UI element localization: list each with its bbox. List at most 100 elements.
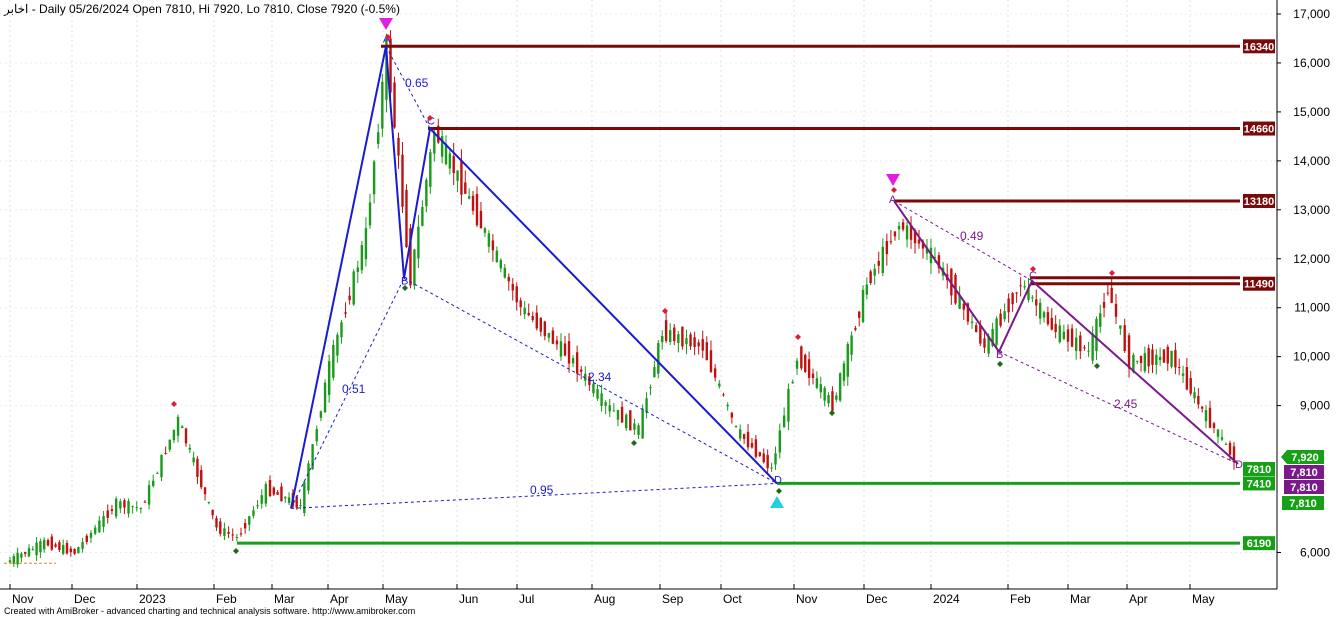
candle-body bbox=[487, 233, 491, 247]
ratio-label: 2.45 bbox=[1114, 397, 1138, 411]
level-tag-text-16340: 16340 bbox=[1244, 41, 1275, 53]
candle-body bbox=[657, 343, 660, 374]
ratio-label: 0.49 bbox=[960, 229, 984, 243]
point-label-blue-D: D bbox=[774, 474, 782, 486]
candle-body bbox=[580, 369, 583, 372]
candle-body bbox=[633, 423, 636, 430]
candle-body bbox=[319, 411, 323, 418]
candle-body bbox=[344, 312, 347, 314]
candle-body bbox=[1114, 303, 1118, 317]
candle-body bbox=[207, 502, 211, 504]
x-tick-label: Mar bbox=[1070, 592, 1091, 606]
candle-body bbox=[360, 245, 364, 271]
candle-body bbox=[1158, 356, 1162, 361]
level-tag-text-13180: 13180 bbox=[1244, 196, 1275, 208]
candle-body bbox=[248, 516, 251, 525]
candle-body bbox=[50, 536, 53, 550]
x-tick-label: Apr bbox=[330, 592, 349, 606]
candle-body bbox=[677, 334, 680, 343]
candle-body bbox=[608, 405, 611, 412]
candle-body bbox=[846, 344, 849, 377]
candle-body bbox=[77, 547, 80, 554]
candle-body bbox=[811, 373, 815, 378]
candle-body bbox=[535, 312, 538, 329]
candle-body bbox=[239, 533, 243, 535]
candle-body bbox=[348, 295, 351, 301]
candle-body bbox=[616, 410, 620, 420]
candle-body bbox=[701, 339, 704, 351]
candle-body bbox=[172, 429, 176, 441]
candle-body bbox=[559, 341, 563, 357]
candle-body bbox=[637, 425, 640, 435]
levels-layer: 16340 14660 13180 11490 7410 6190 bbox=[237, 39, 1275, 551]
candle-body bbox=[1181, 373, 1185, 376]
trough-marker bbox=[233, 548, 239, 554]
candle-body bbox=[287, 497, 291, 503]
candle-body bbox=[1127, 335, 1131, 369]
candle-body bbox=[881, 246, 885, 273]
candle-body bbox=[1170, 350, 1173, 367]
candle-body bbox=[268, 480, 272, 496]
candle-body bbox=[323, 382, 327, 413]
candle-body bbox=[176, 416, 180, 436]
candle-body bbox=[1099, 313, 1102, 327]
candle-body bbox=[705, 342, 708, 361]
candle-body bbox=[596, 389, 599, 399]
candle-body bbox=[471, 195, 475, 211]
chart-footer: Created with AmiBroker - advanced charti… bbox=[4, 606, 416, 616]
candle-body bbox=[575, 352, 579, 374]
x-tick-label: Oct bbox=[723, 592, 742, 606]
y-tick-label: 9,000 bbox=[1300, 399, 1330, 413]
candle-body bbox=[433, 132, 436, 154]
candle-body bbox=[974, 325, 978, 332]
candle-body bbox=[1079, 335, 1082, 352]
level-tag-text-14660: 14660 bbox=[1244, 124, 1275, 136]
candle-body bbox=[782, 415, 786, 428]
candle-body bbox=[807, 359, 811, 378]
level-tag-text-7410: 7410 bbox=[1247, 478, 1271, 490]
candle-body bbox=[770, 467, 773, 469]
candle-body bbox=[61, 545, 65, 554]
candle-body bbox=[467, 196, 471, 199]
candle-body bbox=[180, 426, 184, 429]
candle-body bbox=[135, 507, 138, 509]
candle-body bbox=[456, 170, 459, 181]
candle-body bbox=[681, 326, 684, 347]
candle-body bbox=[65, 543, 69, 554]
candle-body bbox=[425, 179, 428, 207]
x-tick-label: Dec bbox=[74, 592, 95, 606]
candle-body bbox=[1228, 442, 1232, 455]
candle-body bbox=[979, 325, 982, 344]
peak-marker bbox=[662, 308, 668, 314]
candle-body bbox=[110, 509, 114, 511]
y-tick-label: 11,000 bbox=[1294, 301, 1330, 315]
candle-body bbox=[311, 444, 314, 470]
candle-body bbox=[850, 335, 853, 355]
ratio-label: 0.65 bbox=[405, 76, 429, 90]
candle-body bbox=[307, 463, 310, 491]
candle-body bbox=[858, 311, 861, 318]
candle-body bbox=[527, 312, 530, 316]
candle-body bbox=[27, 548, 31, 557]
candle-body bbox=[81, 541, 84, 549]
candle-body bbox=[766, 454, 769, 469]
price-chart[interactable]: 1634014660131801149074106190 ABCDABCD0.6… bbox=[0, 0, 1336, 619]
pattern-blue-path bbox=[290, 46, 778, 509]
candle-body bbox=[211, 509, 214, 516]
candle-body bbox=[742, 434, 746, 439]
candle-body bbox=[1224, 443, 1228, 445]
candle-body bbox=[1046, 312, 1050, 325]
pattern-layer: ABCDABCD0.650.512.340.950.492.45 bbox=[171, 18, 1243, 554]
candle-body bbox=[842, 363, 846, 381]
candle-body bbox=[352, 271, 355, 305]
candle-body bbox=[1054, 323, 1057, 332]
candle-body bbox=[1015, 292, 1018, 294]
buy-marker bbox=[770, 496, 784, 508]
candle-body bbox=[336, 334, 339, 356]
candle-body bbox=[284, 497, 287, 499]
x-tick-label: Nov bbox=[12, 592, 33, 606]
y-tick-label: 6,000 bbox=[1300, 545, 1330, 559]
candle-body bbox=[364, 228, 368, 260]
candle-body bbox=[592, 383, 595, 394]
y-tick-label: 15,000 bbox=[1293, 105, 1330, 119]
